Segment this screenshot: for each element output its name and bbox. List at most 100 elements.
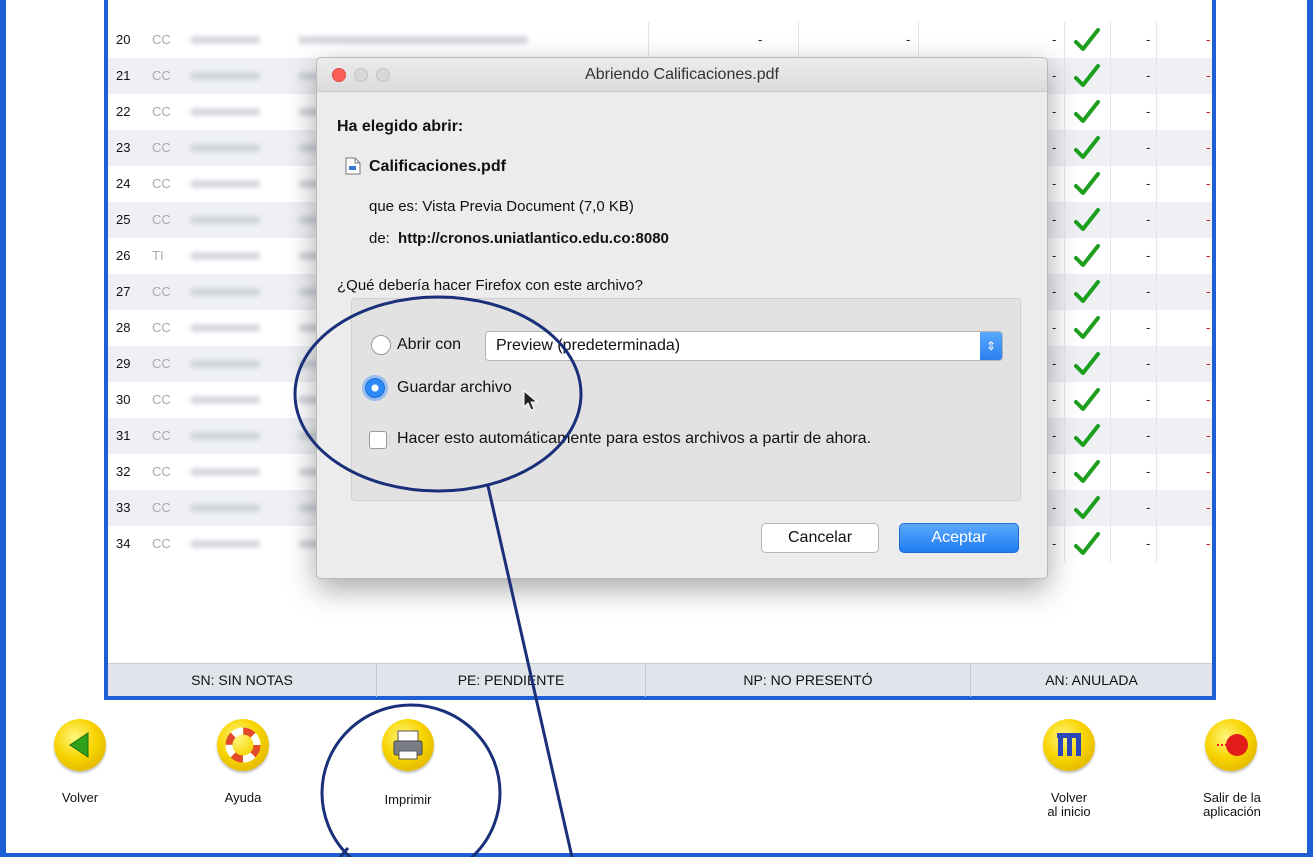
accept-button[interactable]: Aceptar [899, 523, 1019, 553]
column-divider [1110, 130, 1111, 166]
column-divider [1064, 310, 1065, 346]
row-empty-cell: - [1146, 428, 1151, 443]
column-divider [1156, 346, 1157, 382]
row-number: 29 [116, 356, 131, 371]
ayuda-label[interactable]: Ayuda [203, 791, 283, 805]
approved-check-icon [1074, 424, 1100, 447]
row-empty-cell: - [1146, 536, 1151, 551]
right-border [1307, 0, 1313, 857]
mouse-cursor-icon [523, 390, 539, 411]
dialog-question: ¿Qué debería hacer Firefox con este arch… [337, 277, 643, 294]
open-with-label[interactable]: Abrir con [397, 336, 461, 354]
row-missing-mark: - [1206, 140, 1211, 155]
imprimir-label[interactable]: Imprimir [368, 793, 448, 807]
row-number: 23 [116, 140, 131, 155]
row-empty-cell: - [1052, 104, 1057, 119]
volver-inicio-label[interactable]: Volver al inicio [1029, 791, 1109, 819]
open-with-radio[interactable] [371, 335, 391, 355]
row-empty-cell: - [1052, 392, 1057, 407]
column-divider [1156, 238, 1157, 274]
row-empty-cell: - [1052, 68, 1057, 83]
row-empty-cell: - [1052, 536, 1057, 551]
row-missing-mark: - [1206, 68, 1211, 83]
volver-label[interactable]: Volver [40, 791, 120, 805]
column-divider [1110, 526, 1111, 562]
column-divider [1064, 94, 1065, 130]
row-empty-cell: - [1146, 140, 1151, 155]
home-building-icon[interactable] [1043, 719, 1095, 771]
row-empty-cell: - [1146, 212, 1151, 227]
row-missing-mark: - [1206, 500, 1211, 515]
row-doc-type: TI [152, 248, 164, 263]
column-divider [1064, 22, 1065, 58]
row-number: 20 [116, 32, 131, 47]
approved-check-icon [1074, 172, 1100, 195]
salir-label[interactable]: Salir de la aplicación [1187, 791, 1277, 819]
row-id-redacted [190, 540, 260, 548]
row-empty-cell: - [1146, 176, 1151, 191]
row-empty-cell: - [1146, 284, 1151, 299]
column-divider [1110, 418, 1111, 454]
row-number: 24 [116, 176, 131, 191]
row-empty-cell: - [1052, 212, 1057, 227]
row-id-redacted [190, 108, 260, 116]
exit-icon[interactable] [1205, 719, 1257, 771]
left-border [0, 0, 6, 857]
row-number: 22 [116, 104, 131, 119]
row-doc-type: CC [152, 320, 171, 335]
row-doc-type: CC [152, 68, 171, 83]
save-file-label[interactable]: Guardar archivo [397, 379, 512, 397]
approved-check-icon [1074, 28, 1100, 51]
column-divider [1110, 22, 1111, 58]
cancel-button[interactable]: Cancelar [761, 523, 879, 553]
green-left-arrow-icon[interactable] [54, 719, 106, 771]
auto-action-checkbox[interactable] [369, 431, 387, 449]
row-missing-mark: - [1206, 356, 1211, 371]
volver-inicio-label-line2: al inicio [1047, 804, 1091, 819]
row-id-redacted [190, 468, 260, 476]
row-missing-mark: - [1206, 320, 1211, 335]
row-number: 28 [116, 320, 131, 335]
column-divider [1064, 490, 1065, 526]
open-file-dialog: Abriendo Calificaciones.pdf Ha elegido a… [316, 57, 1048, 579]
lifebuoy-icon[interactable] [217, 719, 269, 771]
dialog-heading: Ha elegido abrir: [337, 118, 464, 135]
row-id-redacted [190, 288, 260, 296]
row-doc-type: CC [152, 500, 171, 515]
row-missing-mark: - [1206, 212, 1211, 227]
salir-label-line2: aplicación [1203, 804, 1261, 819]
column-divider [1110, 382, 1111, 418]
dialog-filename: Calificaciones.pdf [369, 158, 506, 175]
salir-label-line1: Salir de la [1203, 790, 1261, 805]
approved-check-icon [1074, 316, 1100, 339]
row-doc-type: CC [152, 104, 171, 119]
save-file-radio[interactable] [365, 378, 385, 398]
row-empty-cell: - [1146, 32, 1151, 47]
column-divider [1064, 166, 1065, 202]
row-id-redacted [190, 180, 260, 188]
auto-action-label[interactable]: Hacer esto automáticamente para estos ar… [397, 430, 871, 448]
row-missing-mark: - [1206, 392, 1211, 407]
column-divider [1156, 382, 1157, 418]
bottom-border [0, 853, 1313, 857]
column-divider [648, 22, 649, 58]
row-doc-type: CC [152, 536, 171, 551]
open-with-select[interactable]: Preview (predeterminada) ⇕ [485, 331, 1003, 361]
approved-check-icon [1074, 388, 1100, 411]
approved-check-icon [1074, 64, 1100, 87]
column-divider [1156, 166, 1157, 202]
row-empty-cell: - [1146, 320, 1151, 335]
column-divider [1110, 94, 1111, 130]
column-divider [1156, 130, 1157, 166]
row-missing-mark: - [1206, 284, 1211, 299]
open-with-select-value: Preview (predeterminada) [496, 337, 681, 354]
legend-pe: PE: PENDIENTE [457, 672, 565, 688]
column-divider [1156, 418, 1157, 454]
row-empty-cell: - [1052, 428, 1057, 443]
printer-icon[interactable] [382, 719, 434, 771]
row-empty-cell: - [1146, 356, 1151, 371]
row-empty-cell: - [1052, 464, 1057, 479]
dialog-source-url: http://cronos.uniatlantico.edu.co:8080 [398, 230, 669, 247]
row-missing-mark: - [1206, 536, 1211, 551]
column-divider [1110, 58, 1111, 94]
